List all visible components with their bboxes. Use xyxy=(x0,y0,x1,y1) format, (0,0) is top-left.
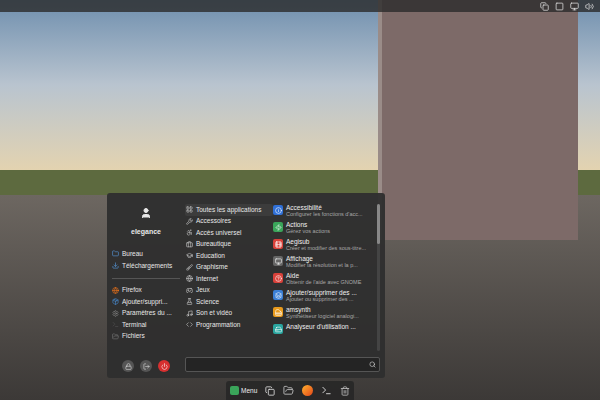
category-item[interactable]: Jeux xyxy=(185,285,273,297)
category-item[interactable]: Accessoires xyxy=(185,216,273,228)
category-item[interactable]: Accès universel xyxy=(185,227,273,239)
user-name: elegance xyxy=(112,227,180,238)
app-icon xyxy=(273,256,283,266)
category-icon xyxy=(186,264,193,271)
top-panel xyxy=(0,0,600,12)
search-field[interactable] xyxy=(185,357,380,372)
app-icon xyxy=(273,273,283,283)
lock-button[interactable] xyxy=(122,360,134,372)
trash-icon[interactable] xyxy=(340,386,350,396)
menu-sidebar: elegance BureauTéléchargements FirefoxAjou… xyxy=(107,193,185,378)
show-desktop-icon[interactable] xyxy=(265,386,275,396)
app-item[interactable]: ActionsGérez vos actions xyxy=(273,221,375,238)
category-icon xyxy=(186,310,193,317)
firefox-icon[interactable] xyxy=(302,385,313,396)
category-icon xyxy=(186,229,193,236)
category-item[interactable]: Bureautique xyxy=(185,239,273,251)
volume-icon[interactable] xyxy=(585,2,594,11)
category-item[interactable]: Internet xyxy=(185,273,273,285)
app-icon xyxy=(273,205,283,215)
app-item[interactable]: amsynthSynthétiseur logiciel analogi... xyxy=(273,306,375,323)
logout-icon xyxy=(143,363,150,370)
app-icon xyxy=(273,239,283,249)
search-icon xyxy=(369,361,376,368)
category-icon xyxy=(186,321,193,328)
favorite-item[interactable]: Ajouter/suppri... xyxy=(112,296,180,308)
power-icon xyxy=(161,363,168,370)
category-list: Toutes les applicationsAccessoiresAccès … xyxy=(185,204,273,351)
app-icon xyxy=(273,307,283,317)
favorite-item[interactable]: Firefox xyxy=(112,285,180,297)
lock-icon xyxy=(125,363,132,370)
category-item[interactable]: Education xyxy=(185,250,273,262)
app-icon xyxy=(112,333,119,340)
windows-icon[interactable] xyxy=(540,2,549,11)
user-avatar-icon xyxy=(112,207,180,219)
favorite-item[interactable]: Fichiers xyxy=(112,331,180,343)
menu-button[interactable]: Menu xyxy=(230,386,257,396)
category-item[interactable]: Graphisme xyxy=(185,262,273,274)
app-icon xyxy=(112,298,119,305)
app-menu: eleganceBureauTéléchargementsFirefoxAjou… xyxy=(107,193,385,378)
terminal-icon[interactable] xyxy=(321,385,332,396)
category-icon xyxy=(186,298,193,305)
power-button[interactable] xyxy=(158,360,170,372)
files-icon[interactable] xyxy=(283,385,294,396)
app-item[interactable]: AideObtenir de l'aide avec GNOME xyxy=(273,272,375,289)
category-item[interactable]: Programmation xyxy=(185,319,273,331)
app-item[interactable]: AccessibilitéConfigurer les fonctions d'… xyxy=(273,204,375,221)
app-item[interactable]: Ajouter/supprimer des ...Ajouter ou supp… xyxy=(273,289,375,306)
workspace-icon[interactable] xyxy=(555,2,564,11)
logout-button[interactable] xyxy=(140,360,152,372)
category-item[interactable]: Toutes les applications xyxy=(185,204,273,216)
favorite-item[interactable]: Paramètres du ... xyxy=(112,308,180,320)
app-item[interactable]: AffichageModifier la résolution et la p.… xyxy=(273,255,375,272)
app-item[interactable]: Analyseur d'utilisation ... xyxy=(273,323,375,340)
folder-icon xyxy=(112,250,119,257)
category-icon xyxy=(186,218,193,225)
favorite-item[interactable]: Terminal xyxy=(112,319,180,331)
app-icon xyxy=(112,287,119,294)
app-icon xyxy=(273,324,283,334)
app-list: AccessibilitéConfigurer les fonctions d'… xyxy=(273,204,375,351)
category-icon xyxy=(186,275,193,282)
desktop: eleganceBureauTéléchargementsFirefoxAjou… xyxy=(0,0,600,400)
place-item[interactable]: Bureau xyxy=(112,248,180,260)
app-item[interactable]: AegisubCréer et modifier des sous-titre.… xyxy=(273,238,375,255)
wallpaper-structure xyxy=(378,0,578,240)
menu-icon xyxy=(230,386,239,395)
category-icon xyxy=(186,287,193,294)
category-item[interactable]: Son et vidéo xyxy=(185,308,273,320)
taskbar: Menu xyxy=(226,381,354,400)
place-item[interactable]: Téléchargements xyxy=(112,260,180,272)
app-icon xyxy=(273,290,283,300)
display-icon[interactable] xyxy=(570,2,579,11)
category-icon xyxy=(186,206,193,213)
folder-icon xyxy=(112,262,119,269)
category-item[interactable]: Science xyxy=(185,296,273,308)
category-icon xyxy=(186,252,193,259)
category-icon xyxy=(186,241,193,248)
app-icon xyxy=(112,321,119,328)
app-icon xyxy=(273,222,283,232)
scrollbar[interactable] xyxy=(377,204,380,351)
app-icon xyxy=(112,310,119,317)
